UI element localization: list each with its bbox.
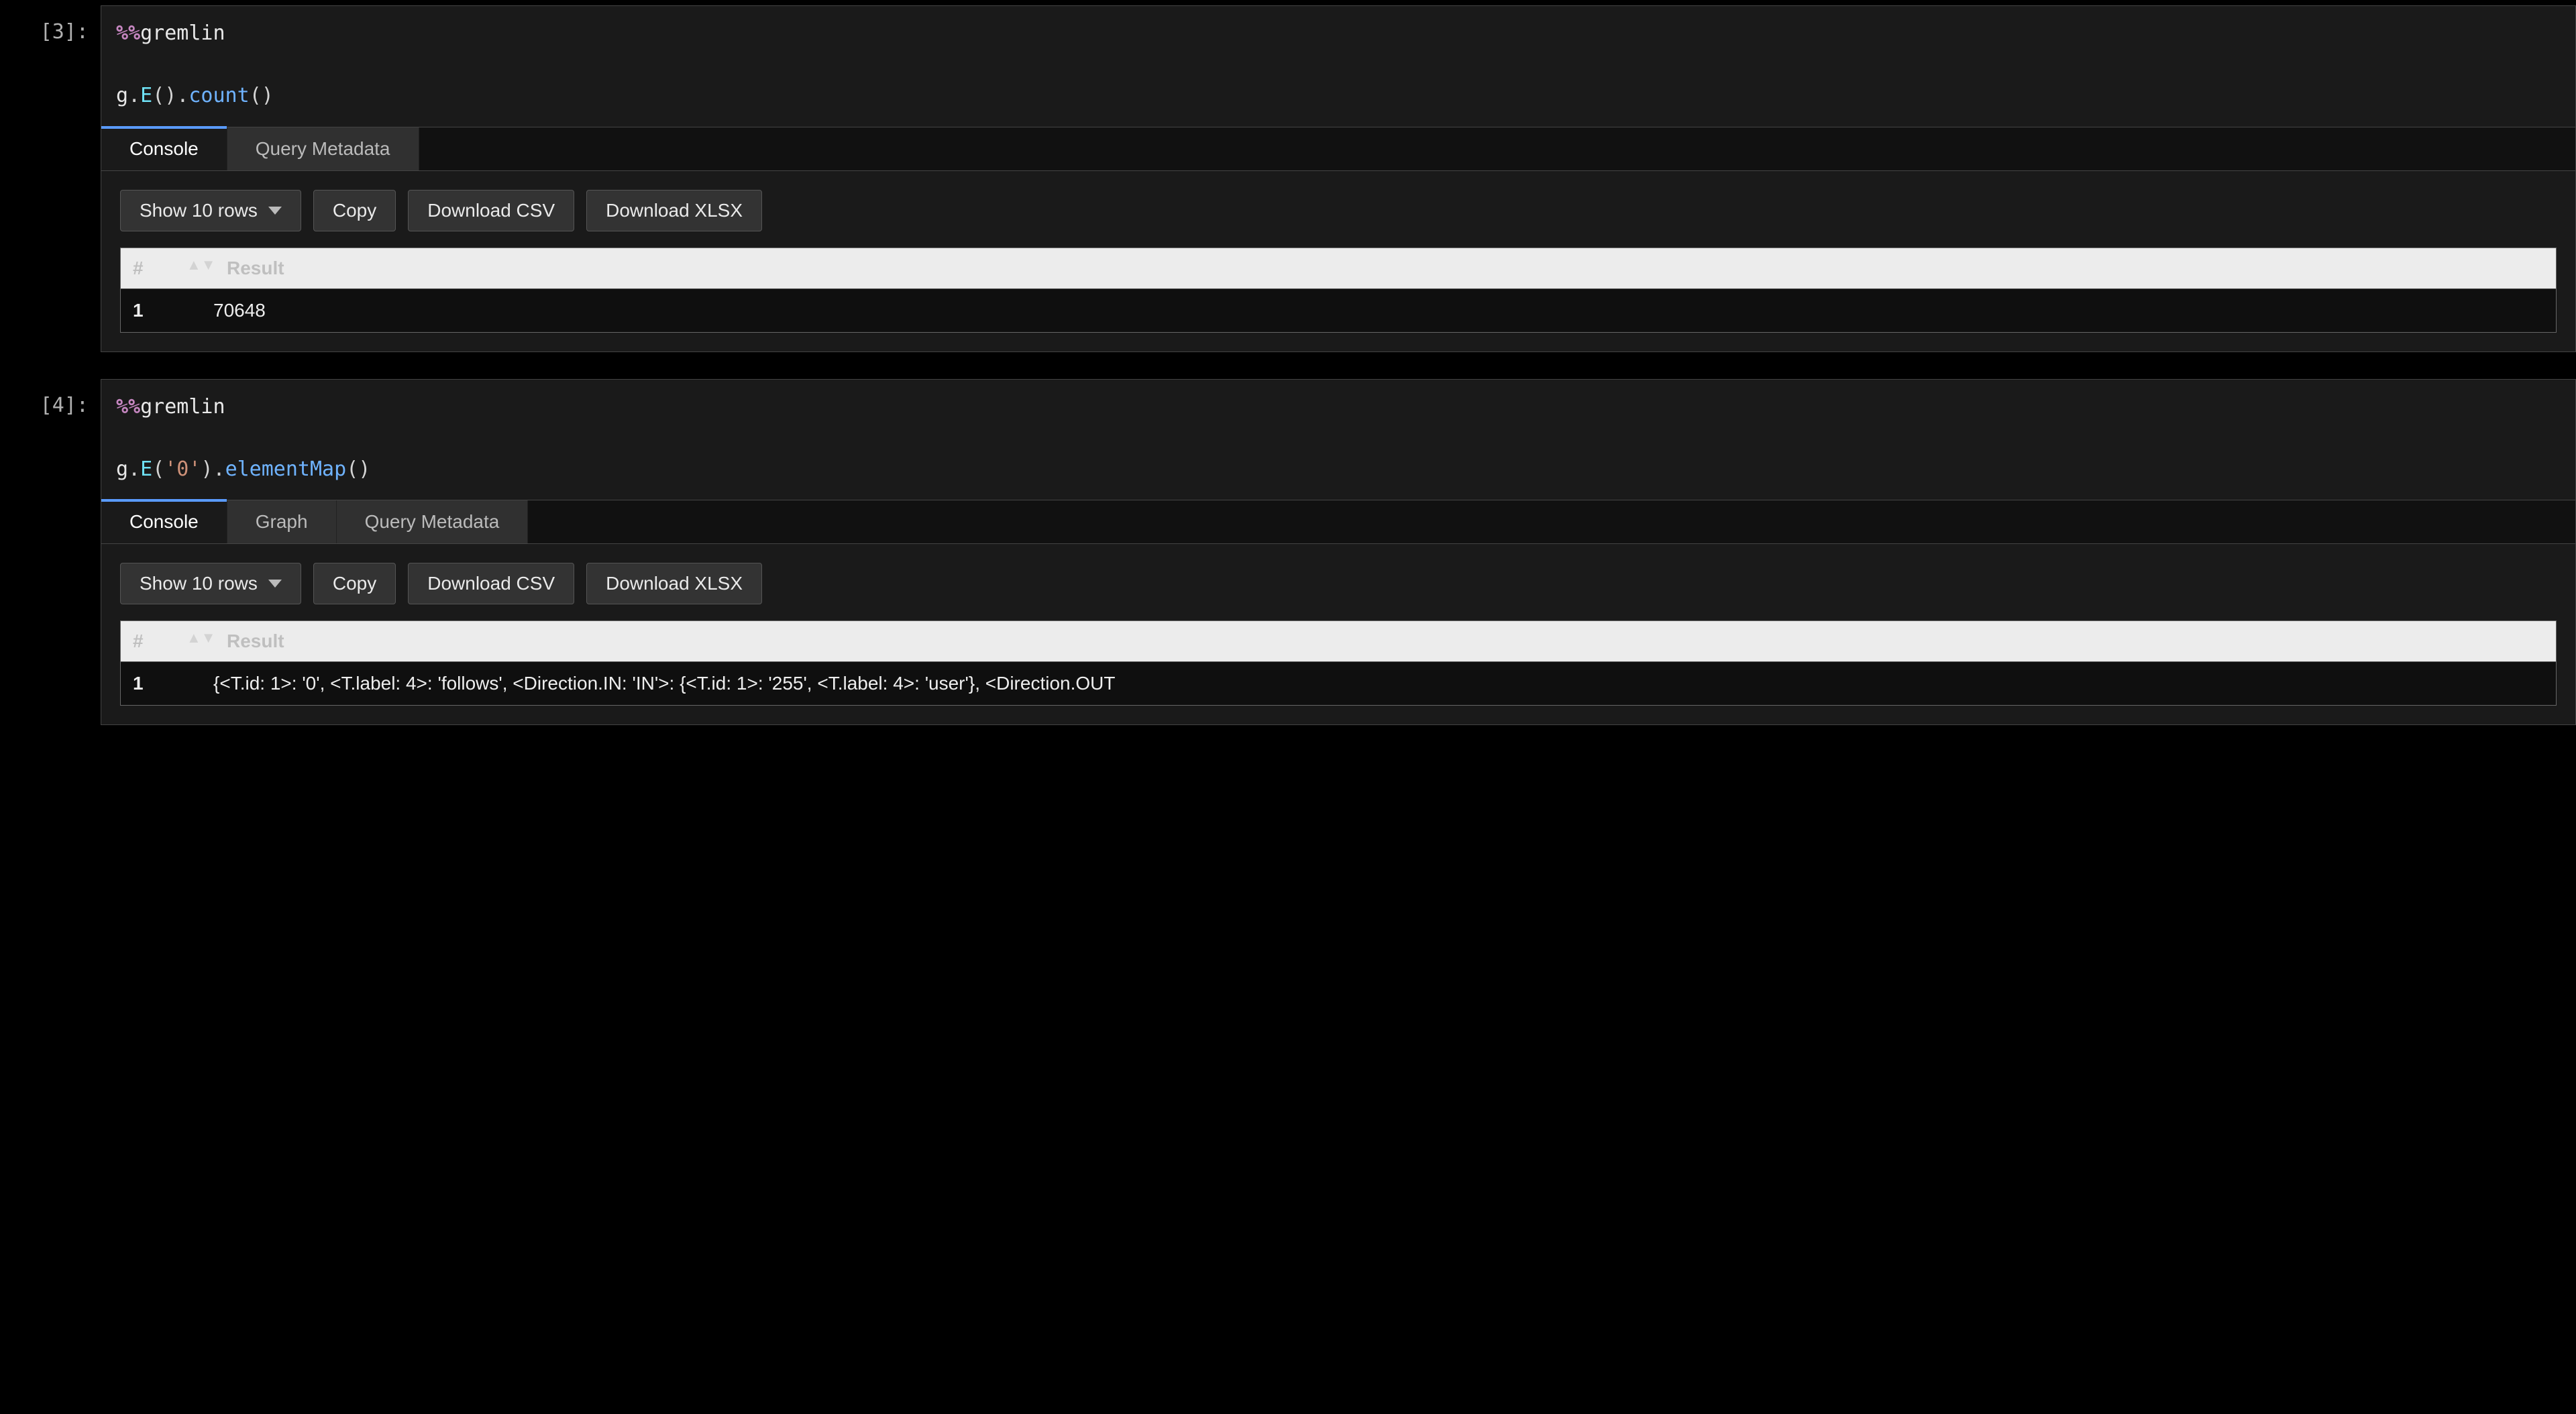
notebook: [3]: %%gremlin g.E().count() Console Que… [0, 5, 2576, 752]
sort-icon[interactable]: ▲▼ [186, 629, 200, 651]
table-header: # ▲▼ Result [121, 621, 2556, 661]
result-table: # ▲▼ Result 1 70648 [120, 248, 2557, 333]
code-token: . [176, 84, 189, 107]
output-toolbar: Show 10 rows Copy Download CSV Download … [101, 544, 2575, 620]
show-rows-button[interactable]: Show 10 rows [120, 190, 301, 231]
code-input[interactable]: %%gremlin g.E('0').elementMap() [101, 379, 2576, 501]
header-result[interactable]: Result [227, 258, 2544, 279]
cell-prompt: [4]: [0, 379, 101, 417]
cell-body: %%gremlin g.E().count() Console Query Me… [101, 5, 2576, 352]
download-csv-button[interactable]: Download CSV [408, 563, 574, 604]
cell-prompt: [3]: [0, 5, 101, 44]
output-tabs: Console Graph Query Metadata [101, 500, 2575, 544]
cell-3: [3]: %%gremlin g.E().count() Console Que… [0, 5, 2576, 352]
output-area: Console Query Metadata Show 10 rows Copy… [101, 127, 2576, 352]
code-token: E [140, 457, 152, 481]
table-row: 1 {<T.id: 1>: '0', <T.label: 4>: 'follow… [121, 661, 2556, 705]
cell-4: [4]: %%gremlin g.E('0').elementMap() Con… [0, 379, 2576, 726]
code-token: () [346, 457, 370, 481]
code-token: . [128, 84, 140, 107]
code-token: g [116, 457, 128, 481]
magic-prefix: %% [116, 21, 140, 45]
code-token: count [189, 84, 249, 107]
download-xlsx-button[interactable]: Download XLSX [586, 563, 762, 604]
row-value: 70648 [213, 300, 2544, 321]
chevron-down-icon [268, 580, 282, 588]
tab-query-metadata[interactable]: Query Metadata [227, 127, 419, 170]
code-input[interactable]: %%gremlin g.E().count() [101, 5, 2576, 127]
output-area: Console Graph Query Metadata Show 10 row… [101, 500, 2576, 725]
chevron-down-icon [268, 207, 282, 215]
code-token: ( [152, 457, 164, 481]
tab-graph[interactable]: Graph [227, 500, 337, 543]
table-row: 1 70648 [121, 288, 2556, 332]
tab-query-metadata[interactable]: Query Metadata [337, 500, 529, 543]
row-index: 1 [133, 673, 160, 694]
copy-button[interactable]: Copy [313, 563, 396, 604]
output-toolbar: Show 10 rows Copy Download CSV Download … [101, 171, 2575, 248]
cell-body: %%gremlin g.E('0').elementMap() Console … [101, 379, 2576, 726]
download-xlsx-button[interactable]: Download XLSX [586, 190, 762, 231]
code-token: . [213, 457, 225, 481]
show-rows-button[interactable]: Show 10 rows [120, 563, 301, 604]
show-rows-label: Show 10 rows [140, 573, 258, 594]
code-token: g [116, 84, 128, 107]
code-token: E [140, 84, 152, 107]
show-rows-label: Show 10 rows [140, 200, 258, 221]
header-index[interactable]: # [133, 631, 160, 652]
code-token: () [152, 84, 176, 107]
magic-name: gremlin [140, 21, 225, 45]
header-result[interactable]: Result [227, 631, 2544, 652]
download-csv-button[interactable]: Download CSV [408, 190, 574, 231]
code-token: '0' [164, 457, 201, 481]
magic-name: gremlin [140, 395, 225, 419]
magic-prefix: %% [116, 395, 140, 419]
copy-button[interactable]: Copy [313, 190, 396, 231]
code-token: ) [201, 457, 213, 481]
code-token: () [250, 84, 274, 107]
code-token: . [128, 457, 140, 481]
header-index[interactable]: # [133, 258, 160, 279]
row-index: 1 [133, 300, 160, 321]
row-value: {<T.id: 1>: '0', <T.label: 4>: 'follows'… [213, 673, 2544, 694]
result-table: # ▲▼ Result 1 {<T.id: 1>: '0', <T.label:… [120, 620, 2557, 706]
tab-console[interactable]: Console [101, 127, 227, 170]
tab-console[interactable]: Console [101, 500, 227, 543]
sort-icon[interactable]: ▲▼ [186, 256, 200, 278]
code-token: elementMap [225, 457, 347, 481]
output-tabs: Console Query Metadata [101, 127, 2575, 171]
table-header: # ▲▼ Result [121, 248, 2556, 288]
